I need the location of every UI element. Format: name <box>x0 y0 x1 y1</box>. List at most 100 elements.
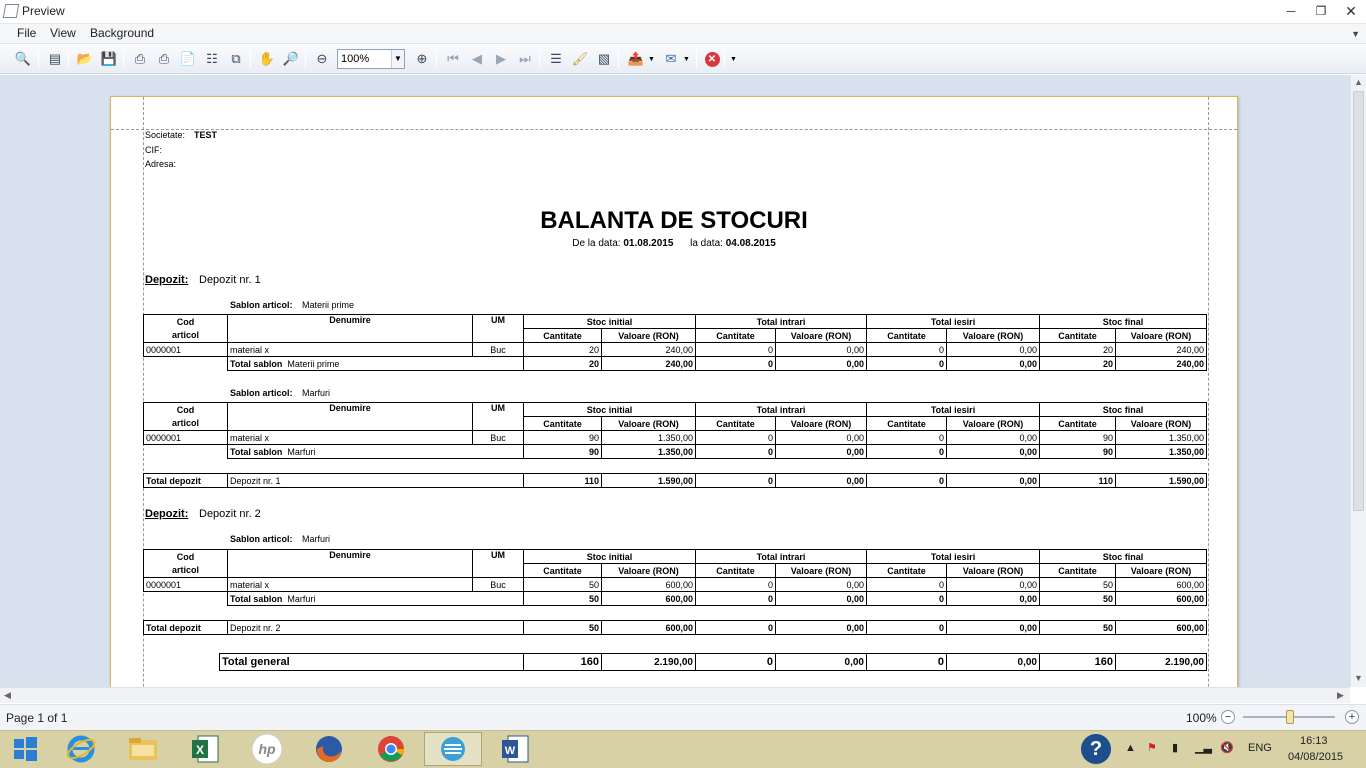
deposit-label: Depozit: <box>145 508 189 520</box>
action-center-icon[interactable]: ⚑ <box>1147 741 1157 754</box>
restore-button[interactable]: ❐ <box>1306 1 1336 21</box>
zoom-in-icon[interactable]: ⊕ <box>412 49 432 69</box>
print-icon[interactable]: ⎙ <box>154 49 174 69</box>
company-value: TEST <box>194 130 218 140</box>
multiple-pages-icon[interactable]: ☰ <box>546 49 566 69</box>
background-color-icon[interactable]: 🖌 <box>570 49 590 69</box>
valoare-cell: 600,00 <box>1115 591 1208 606</box>
um-cell: Buc <box>472 577 524 592</box>
scroll-thumb[interactable] <box>1353 91 1364 511</box>
valoare-cell: 0,00 <box>946 620 1040 635</box>
empty-cell <box>143 444 228 459</box>
column-header-total-iesiri: Total iesiri <box>866 402 1041 417</box>
report-page: Societate: TEST CIF: Adresa: BALANTA DE … <box>110 96 1238 687</box>
hp-icon[interactable]: hp <box>238 732 296 766</box>
sablon-label: Sablon articol: <box>230 388 293 398</box>
deposit-total-table: Total depozit Depozit nr. 1 110 1.590,00 0 0,… <box>143 473 1207 488</box>
valoare-cell: 0,00 <box>775 356 868 371</box>
volume-icon[interactable]: 🔇 <box>1220 741 1234 754</box>
preview-area[interactable]: Societate: TEST CIF: Adresa: BALANTA DE … <box>0 75 1350 687</box>
start-button[interactable] <box>0 732 50 766</box>
firefox-icon[interactable] <box>300 732 358 766</box>
parameters-icon[interactable]: ▤ <box>45 49 65 69</box>
clock-time[interactable]: 16:13 <box>1300 735 1328 747</box>
hand-tool-icon[interactable]: ✋ <box>257 49 277 69</box>
chrome-icon[interactable] <box>362 732 420 766</box>
menu-file[interactable]: File <box>17 26 36 40</box>
watermark-icon[interactable]: ▧ <box>594 49 614 69</box>
vertical-scrollbar[interactable]: ▲ ▼ <box>1350 75 1366 687</box>
valoare-cell: 0,00 <box>775 620 867 635</box>
menu-view[interactable]: View <box>50 26 76 40</box>
internet-explorer-icon[interactable] <box>52 732 110 766</box>
column-header-cantitate: Cantitate <box>523 416 602 431</box>
denumire-cell: material x <box>227 430 473 445</box>
horizontal-scrollbar[interactable]: ◀ ▶ <box>0 687 1350 703</box>
search-icon[interactable]: 🔍 <box>13 49 33 69</box>
scroll-down-icon[interactable]: ▼ <box>1354 673 1363 683</box>
language-indicator[interactable]: ENG <box>1248 742 1272 754</box>
print-setup-icon[interactable]: ⎙ <box>130 49 150 69</box>
cantitate-cell: 0 <box>695 356 777 371</box>
email-dropdown-icon[interactable]: ▼ <box>683 56 690 63</box>
toolbar-options-icon[interactable]: ▼ <box>730 56 737 63</box>
help-icon[interactable]: ? <box>1081 734 1111 764</box>
column-header-valoare: Valoare (RON) <box>946 328 1041 343</box>
menu-overflow-icon[interactable]: ▼ <box>1351 29 1360 39</box>
next-page-icon[interactable]: ▶ <box>491 49 511 69</box>
export-icon[interactable]: 📤 <box>626 49 646 69</box>
preview-app-icon <box>2 4 20 18</box>
scale-icon[interactable]: ⧉ <box>226 49 246 69</box>
menu-background[interactable]: Background <box>90 26 154 40</box>
battery-icon[interactable]: ▮ <box>1172 741 1178 754</box>
zoom-out-icon[interactable]: ⊖ <box>312 49 332 69</box>
cantitate-cell: 0 <box>695 473 776 488</box>
general-total-table: Total general 160 2.190,00 0 0,00 0 0,00 160 2.1… <box>219 653 1207 671</box>
column-header-stoc-final: Stoc final <box>1039 314 1208 329</box>
column-header-um: UM <box>472 549 524 578</box>
excel-icon[interactable]: X <box>176 732 234 766</box>
column-header-articol: articol <box>143 563 228 578</box>
zoom-slider-knob[interactable] <box>1286 710 1294 724</box>
scroll-up-icon[interactable]: ▲ <box>1354 77 1363 87</box>
scroll-right-icon[interactable]: ▶ <box>1337 690 1344 701</box>
zoom-minus-button[interactable]: − <box>1221 710 1235 724</box>
column-header-articol: articol <box>143 416 228 431</box>
network-icon[interactable]: ▁▃ <box>1195 741 1212 754</box>
email-icon[interactable]: ✉ <box>661 49 681 69</box>
valoare-cell: 0,00 <box>946 430 1041 445</box>
magnifier-icon[interactable]: 🔎 <box>281 49 301 69</box>
file-explorer-icon[interactable] <box>114 732 172 766</box>
zoom-plus-button[interactable]: + <box>1345 710 1359 724</box>
minimize-button[interactable]: ─ <box>1276 1 1306 21</box>
word-icon[interactable]: W <box>486 732 544 766</box>
valoare-cell: 1.350,00 <box>600 430 697 445</box>
first-page-icon[interactable]: ⏮ <box>443 49 463 69</box>
open-icon[interactable]: 📂 <box>75 49 95 69</box>
scroll-left-icon[interactable]: ◀ <box>4 690 11 701</box>
page-setup-icon[interactable]: 📄 <box>178 49 198 69</box>
save-icon[interactable]: 💾 <box>99 49 119 69</box>
valoare-cell: 240,00 <box>600 356 697 371</box>
show-hidden-icons[interactable]: ▲ <box>1125 742 1136 754</box>
cantitate-cell: 50 <box>1039 591 1117 606</box>
column-header-valoare: Valoare (RON) <box>775 416 868 431</box>
header-footer-icon[interactable]: ☷ <box>202 49 222 69</box>
close-preview-icon[interactable]: ✕ <box>702 49 722 69</box>
cantitate-cell: 50 <box>523 591 602 606</box>
export-dropdown-icon[interactable]: ▼ <box>648 56 655 63</box>
preview-app-taskbar-icon[interactable] <box>424 732 482 766</box>
close-button[interactable]: ✕ <box>1336 1 1366 21</box>
total-sablon-row: Total sablon Marfuri 50 600,00 0 0,00 0 0,00 50… <box>143 591 1208 606</box>
clock-date[interactable]: 04/08/2015 <box>1288 751 1343 763</box>
cantitate-cell: 0 <box>695 444 777 459</box>
previous-page-icon[interactable]: ◀ <box>467 49 487 69</box>
zoom-select[interactable]: 100% ▼ <box>337 49 405 69</box>
valoare-cell: 0,00 <box>775 473 867 488</box>
valoare-cell: 1.590,00 <box>1115 473 1207 488</box>
cantitate-cell: 0 <box>866 620 947 635</box>
column-header-total-intrari: Total intrari <box>695 314 868 329</box>
last-page-icon[interactable]: ⏭ <box>515 49 535 69</box>
chevron-down-icon[interactable]: ▼ <box>391 50 404 68</box>
cod-cell: 0000001 <box>143 342 228 357</box>
